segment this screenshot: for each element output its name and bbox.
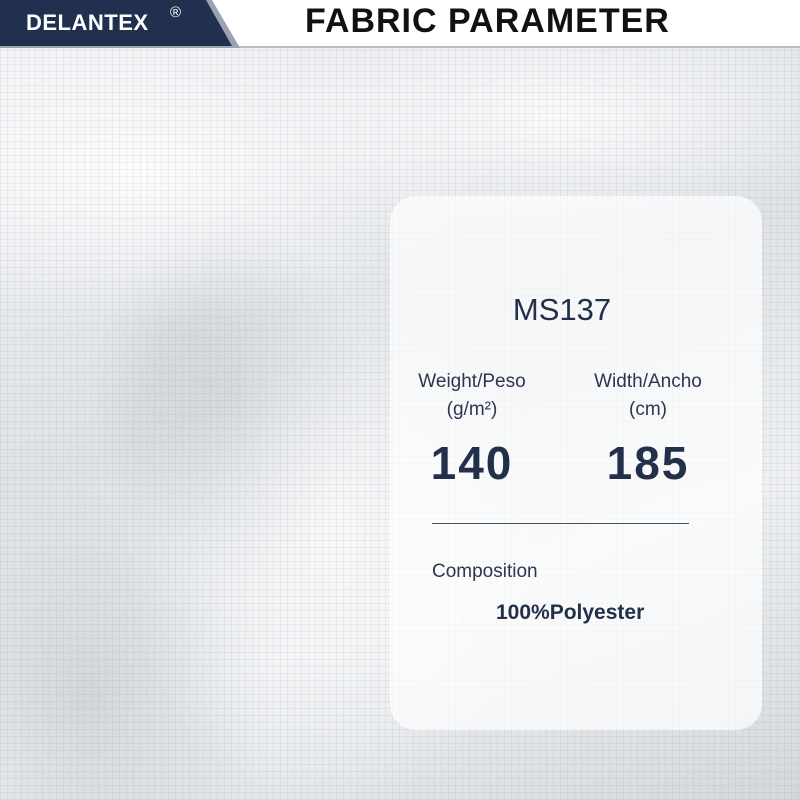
width-unit: (cm) [629, 399, 667, 420]
fabric-code: MS137 [512, 292, 612, 327]
page-title: FABRIC PARAMETER [305, 2, 670, 40]
composition-label: Composition [432, 561, 538, 582]
width-value: 185 [606, 437, 690, 489]
weight-label: Weight/Peso [418, 371, 526, 392]
weight-unit: (g/m²) [446, 399, 498, 420]
width-label-group: Width/Ancho (cm) [563, 368, 733, 424]
divider [432, 523, 689, 524]
registered-mark: ® [170, 4, 182, 21]
brand-logo: DELANTEX ® [0, 0, 232, 46]
weight-value: 140 [430, 437, 514, 489]
weight-label-group: Weight/Peso (g/m²) [387, 368, 557, 424]
width-label: Width/Ancho [594, 371, 702, 392]
parameter-card: MS137 Weight/Peso (g/m²) Width/Ancho (cm… [390, 196, 762, 730]
composition-value: 100%Polyester [496, 601, 645, 624]
brand-name: DELANTEX [26, 10, 149, 35]
header-bar: DELANTEX ® FABRIC PARAMETER [0, 0, 800, 48]
